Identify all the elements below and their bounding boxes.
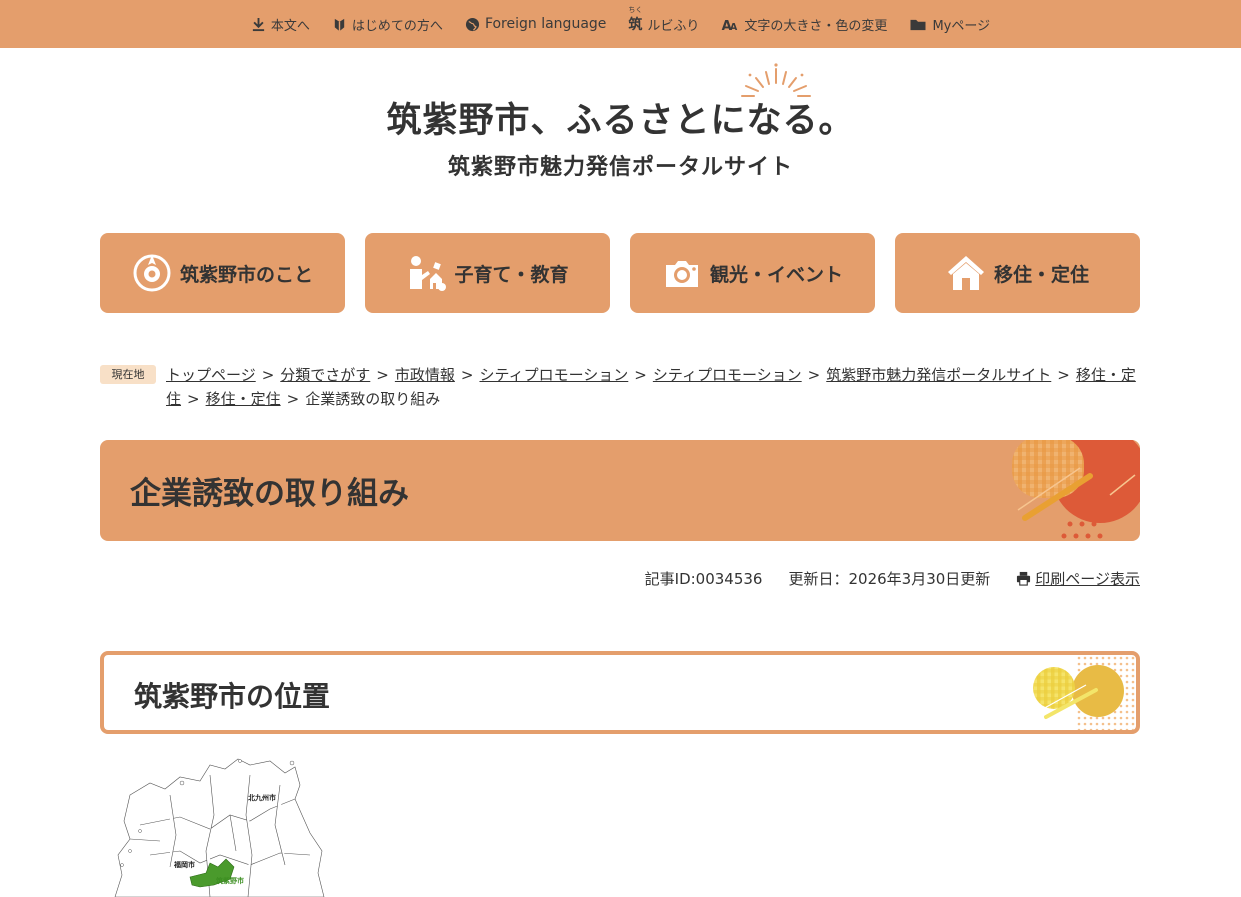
child-icon bbox=[410, 256, 447, 291]
breadcrumb-separator: > bbox=[1057, 366, 1070, 384]
breadcrumb-separator: > bbox=[376, 366, 389, 384]
breadcrumb-separator: > bbox=[286, 390, 300, 408]
nav-relocation[interactable]: 移住・定住 bbox=[895, 233, 1140, 313]
text-size-color-label: 文字の大きさ・色の変更 bbox=[744, 18, 888, 34]
breadcrumb-link-top[interactable]: トップページ bbox=[166, 366, 256, 384]
text-size-color-link[interactable]: AA 文字の大きさ・色の変更 bbox=[721, 15, 887, 34]
breadcrumb-link-city-promotion[interactable]: シティプロモーション bbox=[479, 366, 628, 384]
nav-childcare-education[interactable]: 子育て・教育 bbox=[365, 233, 610, 313]
my-page-link[interactable]: Myページ bbox=[909, 15, 990, 34]
ruby-kanji: 筑 bbox=[628, 17, 643, 33]
map-label-fukuoka: 福岡市 bbox=[173, 860, 195, 869]
my-page-label: Myページ bbox=[932, 18, 991, 34]
section-decoration bbox=[1033, 655, 1136, 730]
location-map: 北九州市 福岡市 筑紫野市 bbox=[114, 758, 325, 897]
breadcrumb: トップページ > 分類でさがす > 市政情報 > シティプロモーション > シティプロモーション… bbox=[166, 363, 1141, 411]
map-label-kitakyushu: 北九州市 bbox=[248, 793, 276, 802]
nav-tourism-events-label: 観光・イベント bbox=[709, 263, 843, 286]
ruby-icon: ちく筑 bbox=[628, 6, 643, 34]
text-size-icon: AA bbox=[722, 19, 738, 32]
breadcrumb-separator: > bbox=[460, 366, 474, 384]
breadcrumb-separator: > bbox=[807, 366, 821, 384]
beginners-label: はじめての方へ bbox=[351, 18, 443, 34]
section-heading-box: 筑紫野市の位置 bbox=[100, 651, 1140, 734]
house-icon bbox=[947, 256, 984, 290]
logo-tagline: 筑紫野市、ふるさとになる。 bbox=[386, 101, 855, 141]
camera-icon bbox=[665, 261, 698, 287]
skip-to-content-link[interactable]: 本文へ bbox=[251, 15, 310, 34]
heading-decoration bbox=[1012, 440, 1140, 539]
article-meta: 記事ID:0034536 更新日：2026年3月30日更新 印刷ページ表示 bbox=[645, 568, 1140, 589]
nav-relocation-label: 移住・定住 bbox=[993, 263, 1089, 286]
beginner-mark-icon bbox=[334, 18, 345, 31]
printer-icon bbox=[1017, 571, 1031, 586]
breadcrumb-current: 企業誘致の取り組み bbox=[305, 390, 441, 408]
nav-about-city[interactable]: 筑紫野市のこと bbox=[100, 233, 345, 313]
top-utility-bar: 本文へ はじめての方へ Foreign language ちく筑 ルビふり AA… bbox=[0, 0, 1241, 48]
print-page-link[interactable]: 印刷ページ表示 bbox=[1016, 568, 1140, 589]
globe-icon bbox=[465, 17, 479, 31]
foreign-language-link[interactable]: Foreign language bbox=[465, 16, 606, 32]
page-title: 企業誘致の取り組み bbox=[130, 476, 409, 512]
site-logo[interactable]: 筑紫野市、ふるさとになる。 筑紫野市魅力発信ポータルサイト bbox=[0, 92, 1241, 181]
breadcrumb-link-category[interactable]: 分類でさがす bbox=[280, 366, 370, 384]
nav-about-city-label: 筑紫野市のこと bbox=[179, 263, 313, 286]
folder-icon bbox=[910, 19, 926, 30]
breadcrumb-link-city-admin[interactable]: 市政情報 bbox=[395, 366, 455, 384]
breadcrumb-link-relocation-2[interactable]: 移住・定住 bbox=[206, 390, 281, 408]
download-icon bbox=[252, 17, 265, 31]
global-nav: 筑紫野市のこと 子育て・教育 観光・イベント 移住・定住 bbox=[100, 233, 1140, 313]
breadcrumb-link-portal[interactable]: 筑紫野市魅力発信ポータルサイト bbox=[826, 366, 1051, 384]
breadcrumb-separator: > bbox=[634, 366, 647, 384]
section-title: 筑紫野市の位置 bbox=[134, 680, 331, 713]
ruby-toggle-link[interactable]: ちく筑 ルビふり bbox=[628, 6, 700, 34]
nav-childcare-education-label: 子育て・教育 bbox=[454, 263, 569, 286]
breadcrumb-link-city-promotion-2[interactable]: シティプロモーション bbox=[653, 366, 802, 384]
nav-tourism-events[interactable]: 観光・イベント bbox=[630, 233, 875, 313]
breadcrumb-current-location-badge: 現在地 bbox=[100, 365, 156, 384]
svg-text:A: A bbox=[730, 22, 738, 32]
print-page-label: 印刷ページ表示 bbox=[1035, 570, 1140, 588]
foreign-language-label: Foreign language bbox=[484, 16, 607, 32]
ruby-toggle-label: ルビふり bbox=[647, 18, 700, 34]
updated-date: 更新日：2026年3月30日更新 bbox=[788, 570, 991, 588]
breadcrumb-separator: > bbox=[187, 390, 200, 408]
ruby-reading: ちく bbox=[628, 6, 643, 14]
skip-to-content-label: 本文へ bbox=[270, 18, 310, 34]
map-label-chikushino: 筑紫野市 bbox=[216, 876, 244, 885]
breadcrumb-separator: > bbox=[261, 366, 275, 384]
article-id: 記事ID:0034536 bbox=[644, 570, 763, 588]
page-heading-banner: 企業誘致の取り組み bbox=[100, 440, 1140, 541]
city-emblem-icon bbox=[133, 254, 171, 292]
beginners-link[interactable]: はじめての方へ bbox=[332, 15, 443, 34]
logo-subtitle: 筑紫野市魅力発信ポータルサイト bbox=[447, 155, 793, 180]
